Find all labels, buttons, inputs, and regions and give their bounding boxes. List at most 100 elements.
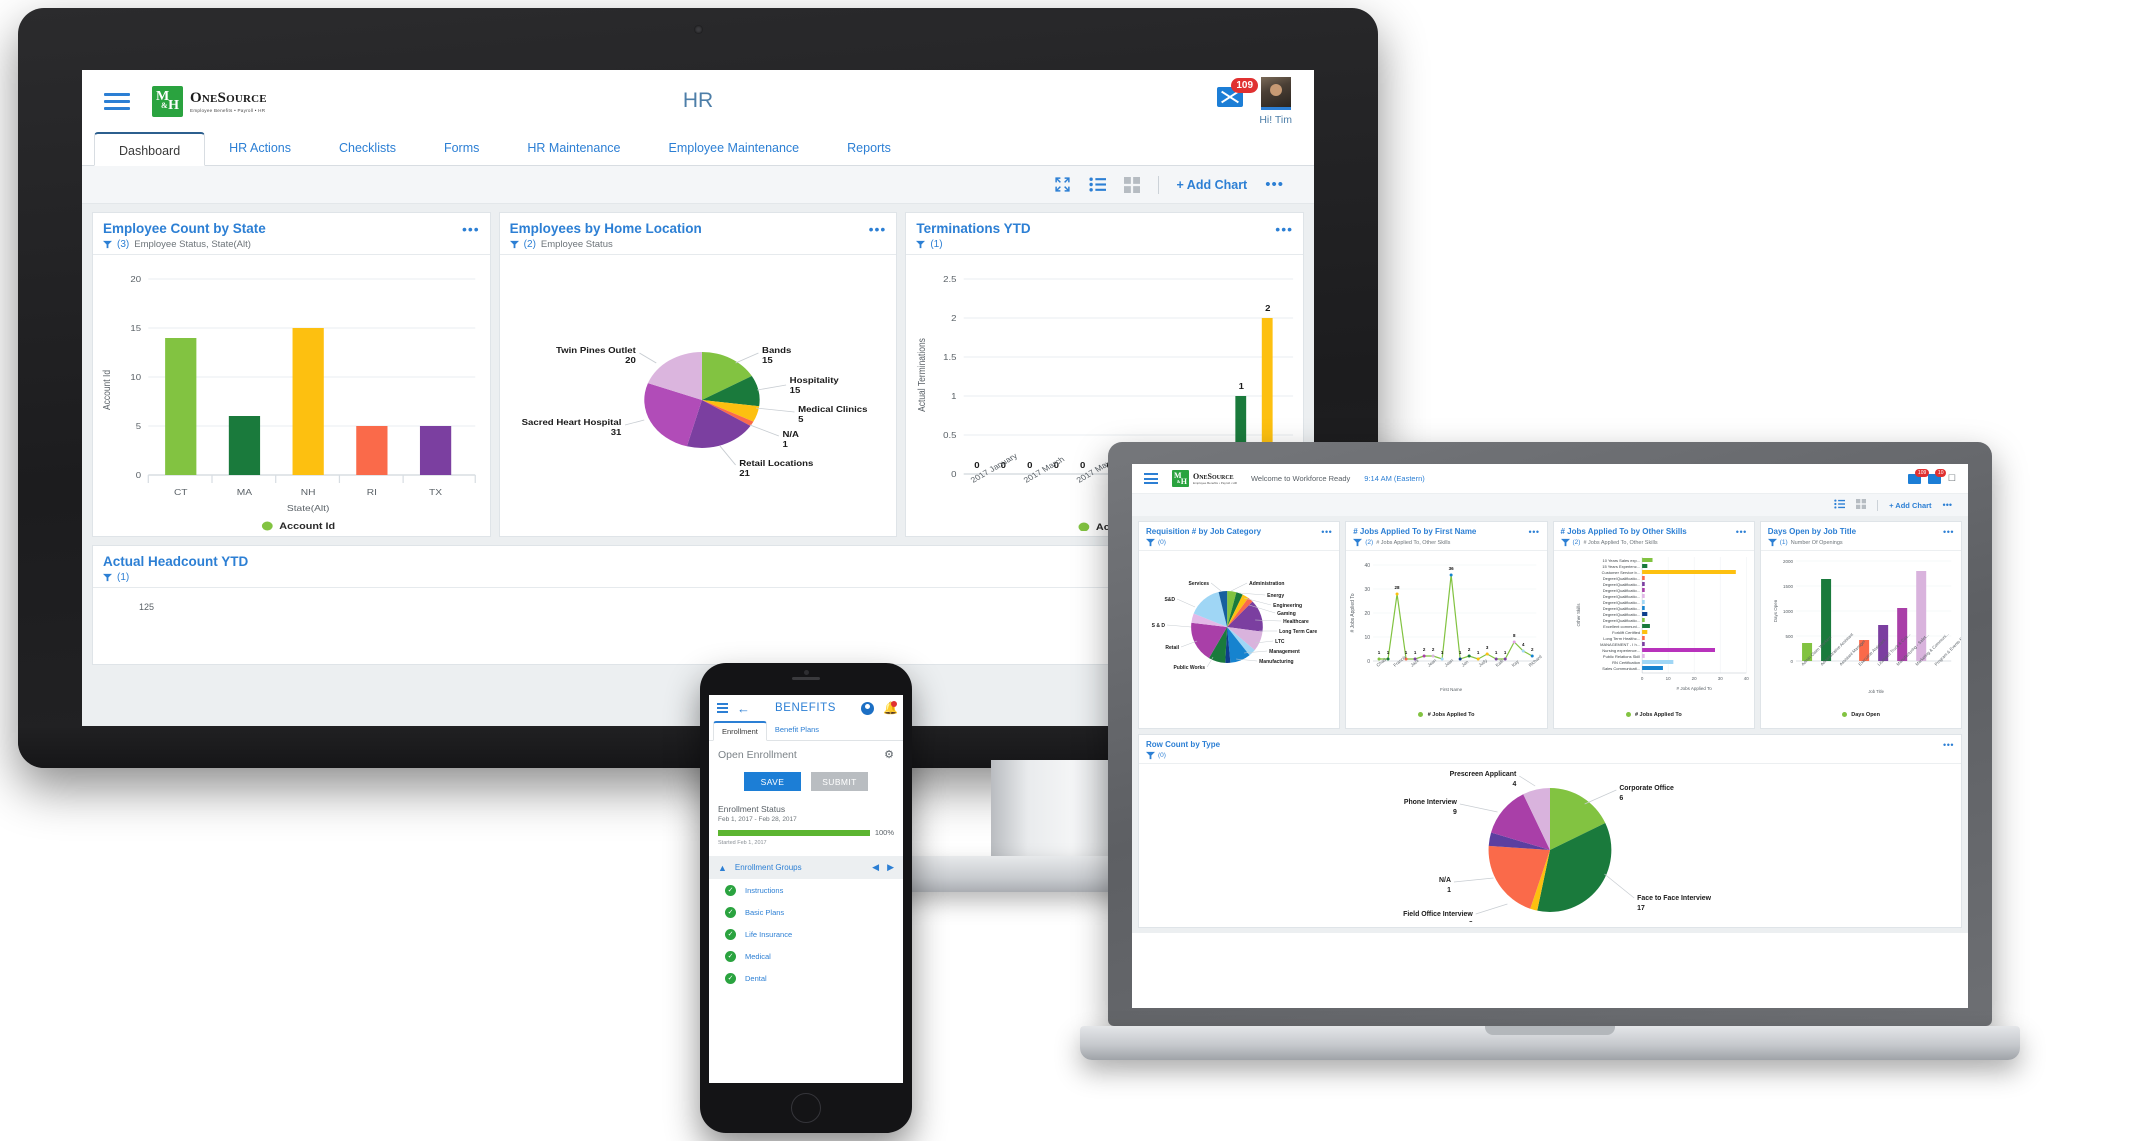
svg-text:LTC: LTC [1275, 639, 1285, 645]
card-filter[interactable]: (2) # Jobs Applied To, Other Skills [1560, 538, 1747, 547]
logo-name: OneSource [190, 89, 267, 106]
mail-icon[interactable]: 109 [1217, 77, 1259, 107]
card-more-button[interactable]: ••• [462, 221, 480, 237]
svg-text:S & D: S & D [1152, 623, 1166, 629]
svg-text:Retail Locations: Retail Locations [739, 459, 813, 468]
card-filter[interactable]: (0) [1146, 751, 1954, 760]
svg-text:Degree/Qualificatio...: Degree/Qualificatio... [1602, 618, 1639, 623]
next-arrow-icon[interactable]: ▶ [887, 862, 894, 873]
add-chart-button[interactable]: + Add Chart [1889, 501, 1931, 510]
chevron-up-icon[interactable]: ▲ [718, 863, 727, 873]
check-icon: ✓ [725, 906, 736, 918]
account-icon[interactable] [861, 701, 874, 715]
enrollment-groups-header[interactable]: ▲ Enrollment Groups ◀ ▶ [709, 856, 903, 879]
section-title: Open Enrollment [718, 749, 797, 761]
list-item[interactable]: ✓ Dental [709, 967, 903, 989]
card-more-button[interactable]: ••• [1529, 527, 1540, 537]
card-header: Terminations YTD ••• (1) [906, 213, 1303, 254]
help-icon[interactable]: ☐ [1948, 473, 1956, 484]
svg-text:Corporate Office: Corporate Office [1619, 785, 1674, 792]
save-button[interactable]: SAVE [744, 772, 801, 791]
app-logo[interactable]: M & H OneSource Employee Benefits • Payrol… [152, 85, 267, 117]
mail-icon[interactable]: 109 [1907, 468, 1930, 484]
gear-icon[interactable]: ⚙ [884, 748, 894, 761]
filter-count: (1) [930, 239, 943, 250]
svg-text:N/A: N/A [1439, 877, 1451, 884]
svg-text:Long Term Care: Long Term Care [1279, 629, 1317, 635]
card-more-button[interactable]: ••• [1275, 221, 1293, 237]
list-view-icon[interactable] [1834, 496, 1846, 514]
tab-hr-maintenance[interactable]: HR Maintenance [503, 131, 644, 165]
tab-forms[interactable]: Forms [420, 131, 503, 165]
hamburger-icon[interactable] [104, 92, 130, 110]
svg-text:Medical Clinics: Medical Clinics [798, 405, 867, 414]
tab-benefit-plans[interactable]: Benefit Plans [767, 721, 827, 740]
svg-text:TX: TX [429, 487, 443, 497]
svg-text:0: 0 [1640, 676, 1643, 681]
expand-icon[interactable] [1054, 176, 1071, 193]
svg-text:Degree/Qualificatio...: Degree/Qualificatio... [1602, 606, 1639, 611]
grid-view-icon[interactable] [1856, 496, 1867, 514]
list-item[interactable]: ✓ Medical [709, 945, 903, 967]
tab-enrollment[interactable]: Enrollment [713, 721, 767, 741]
hamburger-icon[interactable] [1144, 473, 1158, 484]
notification-bell-icon[interactable]: 🔔 [883, 700, 898, 715]
add-chart-button[interactable]: + Add Chart [1177, 178, 1248, 192]
card-more-button[interactable]: ••• [1943, 527, 1954, 537]
toolbar-more-button[interactable]: ••• [1943, 500, 1952, 510]
svg-text:Public Works: Public Works [1173, 665, 1205, 671]
tab-reports[interactable]: Reports [823, 131, 915, 165]
svg-text:21: 21 [739, 469, 750, 478]
list-item[interactable]: ✓ Life Insurance [709, 923, 903, 945]
svg-text:Jean: Jean [1427, 657, 1438, 667]
svg-text:Chad: Chad [1376, 657, 1388, 668]
card-filter[interactable]: (1) [916, 239, 1293, 250]
toolbar-more-button[interactable]: ••• [1265, 176, 1284, 193]
card-filter[interactable]: (3) Employee Status, State(Alt) [103, 239, 480, 250]
card-more-button[interactable]: ••• [869, 221, 887, 237]
card-filter[interactable]: (2) # Jobs Applied To, Other Skills [1353, 538, 1539, 547]
list-item[interactable]: ✓ Instructions [709, 879, 903, 901]
card-title: Requisition # by Job Category [1146, 527, 1262, 536]
toolbar-divider [1877, 499, 1879, 511]
submit-button[interactable]: SUBMIT [811, 772, 868, 791]
prev-arrow-icon[interactable]: ◀ [872, 862, 879, 873]
svg-text:Engineering: Engineering [1273, 603, 1302, 609]
svg-text:Customer Service b...: Customer Service b... [1601, 570, 1639, 575]
card-header: # Jobs Applied To by First Name ••• (2) … [1346, 522, 1546, 550]
grid-view-icon[interactable] [1123, 176, 1140, 193]
tab-dashboard[interactable]: Dashboard [94, 132, 206, 166]
tab-employee-maintenance[interactable]: Employee Maintenance [645, 131, 824, 165]
svg-text:Sales Communicati...: Sales Communicati... [1602, 666, 1640, 671]
logo-tagline: Employee Benefits • Payroll • HR [1193, 481, 1237, 485]
tab-checklists[interactable]: Checklists [315, 131, 420, 165]
alerts-icon[interactable]: 10 [1927, 468, 1947, 484]
home-button[interactable] [791, 1093, 821, 1123]
laptop-dashboard-body: Requisition # by Job Category ••• (0) Ad… [1132, 516, 1968, 933]
list-view-icon[interactable] [1088, 177, 1106, 192]
user-menu[interactable]: Hi! Tim [1259, 76, 1292, 126]
app-logo[interactable]: M & H OneSource Employee Benefits • Payrol… [1172, 470, 1237, 487]
svg-text:# Jobs Applied To: # Jobs Applied To [1350, 593, 1356, 632]
card-filter[interactable]: (2) Employee Status [509, 239, 887, 250]
svg-text:Job Title: Job Title [1868, 689, 1884, 694]
list-item[interactable]: ✓ Basic Plans [709, 901, 903, 923]
action-buttons: SAVE SUBMIT [718, 772, 894, 791]
svg-text:MANAGEMENT - I h...: MANAGEMENT - I h... [1600, 642, 1640, 647]
card-filter[interactable]: (1) Number Of Openings [1767, 538, 1954, 547]
card-more-button[interactable]: ••• [1736, 527, 1747, 537]
enrollment-dates: Feb 1, 2017 - Feb 28, 2017 [718, 816, 797, 823]
tab-hr-actions[interactable]: HR Actions [205, 131, 315, 165]
svg-text:28: 28 [1395, 585, 1401, 590]
legend-label: # Jobs Applied To [1634, 711, 1682, 718]
hamburger-icon[interactable] [717, 703, 728, 713]
chart-row-count-by-type: Corporate Office 6 Face to Face Interview… [1139, 764, 1961, 928]
card-days-open-by-job-title: Days Open by Job Title ••• (1) Number Of… [1759, 521, 1968, 729]
svg-text:36: 36 [1449, 566, 1455, 571]
card-more-button[interactable]: ••• [1943, 740, 1954, 750]
card-more-button[interactable]: ••• [1321, 527, 1332, 537]
svg-text:Degree/Qualificatio...: Degree/Qualificatio... [1602, 582, 1639, 587]
card-filter[interactable]: (0) [1146, 538, 1332, 547]
svg-text:15: 15 [130, 324, 141, 333]
back-arrow-icon[interactable]: ← [737, 702, 750, 715]
